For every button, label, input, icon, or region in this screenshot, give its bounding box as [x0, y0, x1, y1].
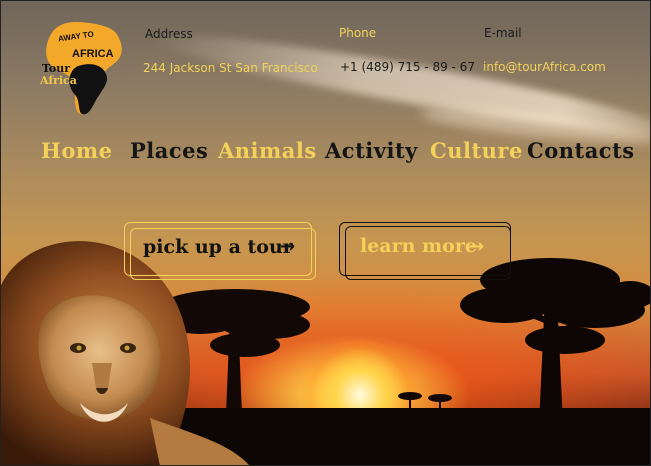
- phone-value[interactable]: +1 (489) 715 - 89 - 67: [340, 60, 475, 74]
- nav-contacts[interactable]: Contacts: [527, 138, 635, 163]
- site-logo[interactable]: AWAY TO AFRICA Tour Africa: [36, 18, 126, 116]
- learn-more-label: learn more: [360, 235, 477, 257]
- email-value[interactable]: info@tourAfrica.com: [483, 60, 606, 74]
- phone-label: Phone: [339, 26, 377, 40]
- nav-activity[interactable]: Activity: [325, 138, 418, 163]
- arrow-right-icon: →: [469, 236, 485, 257]
- acacia-tree-right: [460, 258, 651, 425]
- nav-culture[interactable]: Culture: [430, 138, 523, 163]
- address-value: 244 Jackson St San Francisco: [143, 61, 318, 75]
- logo-africa-text: AFRICA: [72, 48, 114, 60]
- nav-animals[interactable]: Animals: [218, 138, 317, 163]
- pick-up-tour-label: pick up a tour: [143, 236, 293, 258]
- nav-home[interactable]: Home: [41, 138, 112, 163]
- learn-more-button[interactable]: learn more →: [339, 222, 514, 280]
- address-label: Address: [145, 27, 193, 41]
- logo-africa-word: Africa: [40, 74, 77, 87]
- pick-up-tour-button[interactable]: pick up a tour →: [124, 222, 316, 280]
- arrow-right-icon: →: [280, 236, 296, 257]
- nav-places[interactable]: Places: [130, 138, 208, 163]
- email-label: E-mail: [484, 26, 522, 40]
